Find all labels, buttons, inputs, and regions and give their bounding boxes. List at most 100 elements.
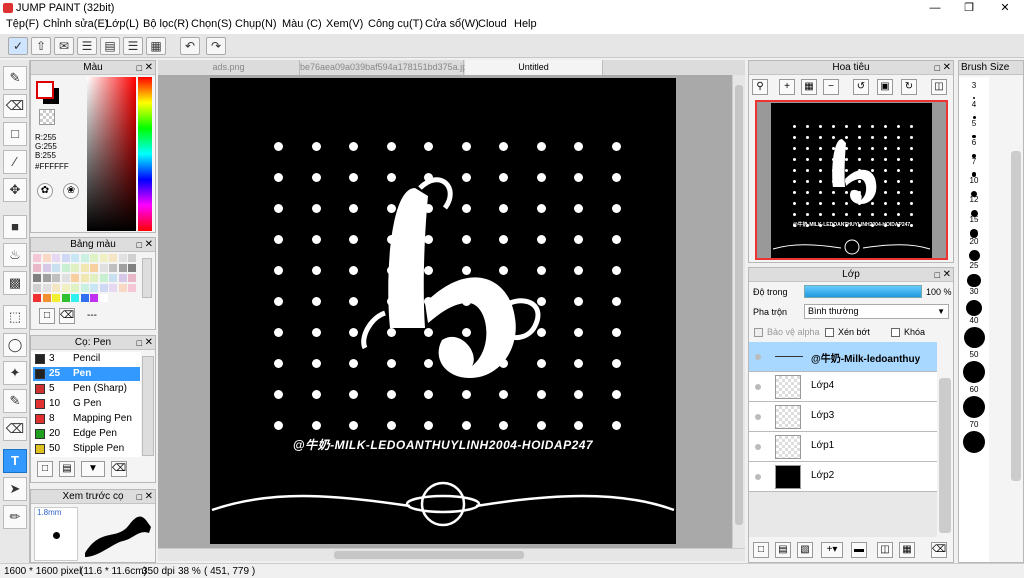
text-tool-icon[interactable]: T [3, 449, 27, 473]
bucket-tool-icon[interactable]: ♨ [3, 243, 27, 267]
brush-size-dot[interactable] [963, 361, 985, 383]
palette-swatch[interactable] [33, 254, 41, 262]
palette-swatch[interactable] [33, 274, 41, 282]
palette-swatch[interactable] [42, 294, 51, 302]
brush-size-dot[interactable] [966, 299, 982, 316]
comment-icon[interactable]: ✉ [54, 37, 74, 55]
panel-close-icon[interactable]: ✕ [943, 268, 951, 282]
palette-swatch[interactable] [118, 284, 127, 292]
horizontal-scroll-thumb[interactable] [334, 551, 524, 559]
menu-view[interactable]: Xem(V) [326, 18, 363, 30]
palette-swatch[interactable] [52, 294, 60, 302]
palette-swatch[interactable] [52, 284, 60, 292]
menu-layer[interactable]: Lớp(L) [106, 18, 139, 30]
delete-brush-icon[interactable]: ⌫ [111, 461, 127, 477]
palette-swatch[interactable] [90, 284, 98, 292]
zoom-icon[interactable]: ⚲ [752, 79, 768, 95]
canvas-vertical-scrollbar[interactable] [732, 75, 745, 548]
palette-swatch[interactable] [71, 254, 79, 262]
copy-brush-icon[interactable]: ▤ [59, 461, 75, 477]
move-tool-icon[interactable]: ✥ [3, 178, 27, 202]
visibility-icon[interactable] [755, 354, 761, 360]
palette-swatch[interactable] [42, 264, 51, 272]
brush-size-dot[interactable] [963, 431, 985, 453]
brush-menu-icon[interactable]: ▼ [81, 461, 105, 477]
palette-swatch[interactable] [128, 264, 136, 272]
brush-size-dot[interactable] [963, 327, 985, 349]
operation-tool-icon[interactable]: ➤ [3, 477, 27, 501]
palette-swatch[interactable] [42, 274, 51, 282]
palette-swatch[interactable] [52, 274, 60, 282]
palette-swatch[interactable] [61, 294, 70, 302]
palette-swatch[interactable] [33, 294, 41, 302]
brush-size-label[interactable]: 3 [959, 81, 989, 90]
palette-swatch[interactable] [109, 264, 117, 272]
menu-edit[interactable]: Chỉnh sửa(E) [43, 18, 108, 30]
saturation-value-picker[interactable] [87, 77, 136, 231]
artboard[interactable]: @牛奶-MILK-LEDOANTHUYLINH2004-HOIDAP247 [210, 78, 676, 544]
palette-swatch[interactable] [42, 284, 51, 292]
delete-swatch-icon[interactable]: ⌫ [59, 308, 75, 324]
palette-swatch[interactable] [99, 294, 108, 302]
opacity-slider[interactable] [804, 285, 922, 298]
layer-row[interactable]: Lớp2 [749, 462, 937, 492]
line-tool-icon[interactable]: ∕ [3, 150, 27, 174]
maximize-icon[interactable]: ❐ [952, 0, 986, 16]
palette-icon[interactable]: ❀ [63, 183, 79, 199]
tab-jpg[interactable]: be76aea09a039baf594a178151bd375a.jpg [300, 60, 472, 75]
panel-close-icon[interactable]: ✕ [145, 490, 153, 504]
panel-close-icon[interactable]: ✕ [145, 61, 153, 75]
dock-icon[interactable]: □ [935, 61, 940, 75]
new-brush-icon[interactable]: □ [37, 461, 53, 477]
menu-capture[interactable]: Chụp(N) [235, 18, 277, 30]
magic-wand-tool-icon[interactable]: ✦ [3, 361, 27, 385]
palette-swatch[interactable] [61, 254, 70, 262]
add-swatch-icon[interactable]: □ [39, 308, 55, 324]
brush-size-label[interactable]: 4 [959, 100, 989, 109]
visibility-icon[interactable] [755, 414, 761, 420]
dock-icon[interactable]: □ [137, 336, 142, 350]
palette-swatch[interactable] [118, 264, 127, 272]
select-eraser-tool-icon[interactable]: ⌫ [3, 417, 27, 441]
brush-size-label[interactable]: 25 [959, 261, 989, 270]
brush-size-dot[interactable] [963, 396, 985, 418]
rotate-left-icon[interactable]: ↺ [853, 79, 869, 95]
merge-layer-icon[interactable]: ▧ [797, 542, 813, 558]
lock-checkbox[interactable] [891, 328, 900, 337]
palette-swatch[interactable] [128, 274, 136, 282]
brush-size-label[interactable]: 20 [959, 237, 989, 246]
palette-swatch[interactable] [90, 264, 98, 272]
brush-size-label[interactable]: 12 [959, 195, 989, 204]
palette-swatch[interactable] [109, 284, 117, 292]
dock-icon[interactable]: □ [935, 268, 940, 282]
brush-item[interactable]: 20 Edge Pen [33, 427, 140, 441]
close-icon[interactable]: ✕ [988, 0, 1022, 16]
layer-row[interactable]: @牛奶-Milk-ledoanthuy [749, 342, 937, 372]
palette-swatch[interactable] [42, 254, 51, 262]
select-pen-tool-icon[interactable]: ✎ [3, 389, 27, 413]
vertical-scroll-thumb[interactable] [735, 85, 743, 525]
new-layer-icon[interactable]: □ [753, 542, 769, 558]
palette-swatch[interactable] [80, 264, 89, 272]
share-icon[interactable]: ⇧ [31, 37, 51, 55]
brush-size-dot[interactable] [972, 96, 976, 100]
navigator-preview[interactable]: @牛奶-MILK-LEDOANTHUYLINH2004-HOIDAP247 [755, 100, 948, 260]
protect-alpha-checkbox[interactable] [754, 328, 763, 337]
palette-swatch[interactable] [80, 274, 89, 282]
blend-mode-select[interactable]: Bình thường ▼ [804, 304, 949, 319]
reset-rotation-icon[interactable]: ▣ [877, 79, 893, 95]
brush-tool-icon[interactable]: ✎ [3, 66, 27, 90]
brush-size-dot[interactable] [967, 273, 981, 288]
dock-icon[interactable]: □ [137, 490, 142, 504]
brush-size-label[interactable]: 70 [959, 420, 989, 429]
select-rect-tool-icon[interactable]: ⬚ [3, 305, 27, 329]
layer-scrollbar[interactable] [939, 378, 951, 533]
palette-swatch[interactable] [71, 274, 79, 282]
lasso-tool-icon[interactable]: ◯ [3, 333, 27, 357]
menu-file[interactable]: Tệp(F) [6, 18, 39, 30]
palette-swatch[interactable] [61, 264, 70, 272]
duplicate-layer-icon[interactable]: ▤ [775, 542, 791, 558]
rect-tool-icon[interactable]: □ [3, 122, 27, 146]
palette-swatch[interactable] [90, 254, 98, 262]
brush-item[interactable]: 10 G Pen [33, 397, 140, 411]
